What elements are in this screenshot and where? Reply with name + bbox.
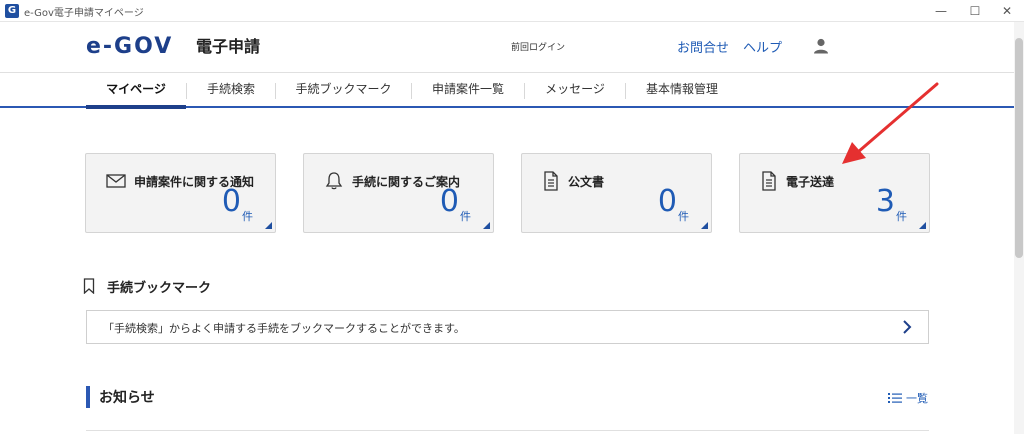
- last-login-label: 前回ログイン: [511, 43, 566, 53]
- nav-item-basic-info[interactable]: 基本情報管理: [626, 73, 738, 107]
- window-titlebar: G e-Gov電子申請マイページ — ☐ ✕: [0, 0, 1024, 22]
- card-count: 0: [221, 184, 241, 219]
- nav-item-messages[interactable]: メッセージ: [525, 73, 625, 107]
- card-official-documents[interactable]: 公文書 0 件: [521, 153, 712, 233]
- bookmark-icon: [83, 278, 95, 294]
- bookmark-section-header: 手続ブックマーク: [83, 276, 211, 296]
- card-count: 3: [875, 184, 895, 219]
- window-title: e-Gov電子申請マイページ: [24, 8, 144, 19]
- logo-mark: e-GOV: [86, 34, 174, 59]
- news-accent-bar: [86, 386, 90, 408]
- bookmark-info-row[interactable]: 「手続検索」からよく申請する手続をブックマークすることができます。: [86, 310, 929, 344]
- main-nav: マイページ 手続検索 手続ブックマーク 申請案件一覧 メッセージ 基本情報管理: [0, 72, 1024, 109]
- nav-item-procedure-bookmark[interactable]: 手続ブックマーク: [276, 73, 411, 107]
- nav-item-procedure-search[interactable]: 手続検索: [187, 73, 275, 107]
- bell-icon: [325, 172, 343, 190]
- card-electronic-delivery[interactable]: 電子送達 3 件: [739, 153, 930, 233]
- app-icon: G: [5, 4, 19, 18]
- maximize-button[interactable]: ☐: [958, 0, 992, 22]
- minimize-button[interactable]: —: [924, 0, 958, 22]
- card-application-notice[interactable]: 申請案件に関する通知 0 件: [85, 153, 276, 233]
- card-title: 電子送達: [786, 174, 835, 189]
- card-title: 公文書: [568, 174, 605, 189]
- corner-triangle-icon: [701, 222, 708, 229]
- envelope-icon: [106, 174, 126, 188]
- news-title: お知らせ: [99, 390, 155, 406]
- corner-triangle-icon: [483, 222, 490, 229]
- card-count: 0: [439, 184, 459, 219]
- corner-triangle-icon: [919, 222, 926, 229]
- nav-item-mypage[interactable]: マイページ: [86, 73, 186, 109]
- card-procedure-guidance[interactable]: 手続に関するご案内 0 件: [303, 153, 494, 233]
- nav-item-application-list[interactable]: 申請案件一覧: [412, 73, 524, 107]
- news-list-label: 一覧: [906, 392, 928, 405]
- logo-subtitle: 電子申請: [196, 37, 261, 56]
- card-unit: 件: [460, 210, 471, 223]
- site-header: e-GOV 電子申請 前回ログイン お問合せ ヘルプ: [0, 22, 1024, 72]
- scrollbar-thumb[interactable]: [1015, 38, 1023, 258]
- corner-triangle-icon: [265, 222, 272, 229]
- close-button[interactable]: ✕: [990, 0, 1024, 22]
- document-icon: [544, 171, 558, 191]
- user-icon[interactable]: [812, 37, 830, 55]
- inquiry-link[interactable]: お問合せ: [677, 37, 729, 56]
- news-divider: [86, 430, 929, 431]
- bookmark-info-text: 「手続検索」からよく申請する手続をブックマークすることができます。: [103, 322, 465, 335]
- page-scrollbar[interactable]: [1014, 22, 1024, 434]
- card-unit: 件: [242, 210, 253, 223]
- bookmark-section-title: 手続ブックマーク: [107, 280, 212, 296]
- card-count: 0: [657, 184, 677, 219]
- card-unit: 件: [896, 210, 907, 223]
- help-link[interactable]: ヘルプ: [743, 37, 782, 56]
- list-icon: [888, 393, 902, 403]
- card-unit: 件: [678, 210, 689, 223]
- chevron-right-icon: [903, 320, 912, 334]
- news-list-link[interactable]: 一覧: [888, 390, 928, 406]
- document-icon: [762, 171, 776, 191]
